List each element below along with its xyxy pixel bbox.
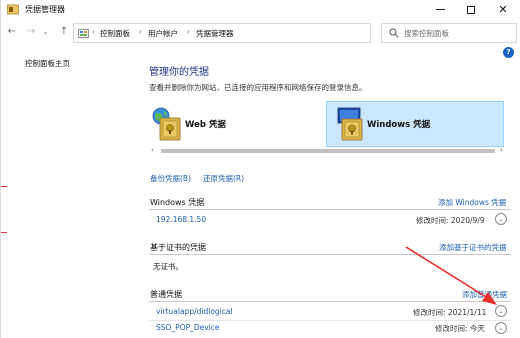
generic-credentials-heading: 普通凭据 bbox=[150, 290, 182, 299]
row-divider bbox=[149, 320, 511, 321]
window-title: 凭据管理器 bbox=[25, 5, 65, 14]
expand-chevron-icon[interactable]: ⌄ bbox=[495, 305, 507, 317]
close-button[interactable]: ✕ bbox=[488, 0, 518, 19]
credential-manager-icon bbox=[7, 4, 19, 15]
breadcrumb-separator: › bbox=[92, 28, 95, 36]
credential-type-selector: Web 凭据 Windows 凭据 ‹ › bbox=[149, 100, 507, 158]
web-credentials-tab[interactable]: Web 凭据 bbox=[149, 101, 325, 147]
search-input[interactable] bbox=[404, 26, 514, 40]
sidebar-item-control-panel-home[interactable]: 控制面板主页 bbox=[25, 58, 70, 69]
search-icon bbox=[389, 28, 399, 38]
page-description: 查看并删除你为网站、已连接的应用程序和网络保存的登录信息。 bbox=[149, 83, 367, 92]
breadcrumb-credential-manager[interactable]: 凭据管理器 bbox=[196, 28, 234, 39]
title-bar: 凭据管理器 ✕ bbox=[1, 0, 520, 19]
address-bar[interactable]: › 控制面板 › 用户帐户 › 凭据管理器 ⌄ ↻ bbox=[73, 23, 434, 43]
windows-credentials-icon bbox=[337, 107, 363, 141]
credential-name[interactable]: 192.168.1.50 bbox=[156, 215, 206, 224]
credential-name[interactable]: SSO_POP_Device bbox=[156, 323, 220, 332]
breadcrumb-control-panel[interactable]: 控制面板 bbox=[100, 28, 130, 39]
credential-modified-date: 修改时间: 今天 bbox=[435, 324, 485, 333]
web-credentials-label: Web 凭据 bbox=[185, 120, 226, 130]
backup-credentials-link[interactable]: 备份凭据(B) bbox=[150, 173, 191, 184]
windows-credentials-tab[interactable]: Windows 凭据 bbox=[326, 101, 504, 147]
page-title: 管理你的凭据 bbox=[149, 67, 209, 78]
close-icon: ✕ bbox=[498, 3, 508, 16]
windows-credentials-label: Windows 凭据 bbox=[367, 120, 431, 130]
credential-modified-date: 修改时间: 2021/1/11 bbox=[413, 308, 487, 317]
breadcrumb-separator: › bbox=[139, 28, 142, 36]
scrollbar-thumb[interactable] bbox=[161, 149, 495, 153]
windows-credentials-heading: Windows 凭据 bbox=[150, 198, 205, 207]
expand-chevron-icon[interactable]: ⌄ bbox=[495, 322, 507, 334]
minimize-icon bbox=[435, 9, 445, 10]
certificate-credentials-heading: 基于证书的凭据 bbox=[150, 243, 206, 252]
search-box[interactable] bbox=[381, 23, 517, 43]
credential-name[interactable]: virtualapp/didlogical bbox=[156, 307, 233, 316]
scroll-right-icon[interactable]: › bbox=[500, 146, 503, 154]
background-window-edge bbox=[1, 232, 7, 233]
navigation-bar: ← → ⌄ ↑ › 控制面板 › 用户帐户 › 凭据管理器 ⌄ ↻ bbox=[1, 21, 520, 43]
credential-modified-date: 修改时间: 2020/9/9 bbox=[416, 216, 485, 225]
horizontal-scrollbar[interactable]: ‹ › bbox=[149, 146, 507, 155]
web-credentials-icon bbox=[152, 107, 181, 141]
up-button[interactable]: ↑ bbox=[57, 25, 71, 39]
minimize-button[interactable] bbox=[425, 0, 455, 19]
no-certificates-text: 无证书。 bbox=[153, 262, 183, 271]
credential-manager-window: 凭据管理器 ✕ ← → ⌄ ↑ › 控制面板 › 用户帐户 › 凭据管理器 ⌄ … bbox=[0, 0, 520, 338]
background-window-edge bbox=[1, 186, 7, 187]
expand-chevron-icon[interactable]: ⌄ bbox=[495, 213, 507, 225]
add-certificate-credential-link[interactable]: 添加基于证书的凭据 bbox=[439, 242, 507, 253]
control-panel-icon bbox=[78, 29, 89, 38]
section-divider bbox=[149, 254, 511, 255]
scroll-left-icon[interactable]: ‹ bbox=[151, 146, 154, 154]
add-generic-credential-link[interactable]: 添加普通凭据 bbox=[462, 289, 507, 300]
breadcrumb-user-accounts[interactable]: 用户帐户 bbox=[148, 28, 178, 39]
restore-credentials-link[interactable]: 还原凭据(R) bbox=[203, 173, 244, 184]
section-divider bbox=[149, 209, 511, 210]
maximize-button[interactable] bbox=[456, 0, 486, 19]
help-icon[interactable]: ? bbox=[503, 47, 514, 58]
add-windows-credential-link[interactable]: 添加 Windows 凭据 bbox=[438, 197, 506, 208]
breadcrumb-separator: › bbox=[187, 28, 190, 36]
annotation-arrow bbox=[405, 246, 497, 305]
forward-button[interactable]: → bbox=[24, 25, 38, 39]
recent-locations-dropdown[interactable]: ⌄ bbox=[41, 25, 50, 39]
back-button[interactable]: ← bbox=[5, 25, 19, 39]
section-divider bbox=[149, 301, 511, 302]
maximize-icon bbox=[467, 5, 475, 14]
